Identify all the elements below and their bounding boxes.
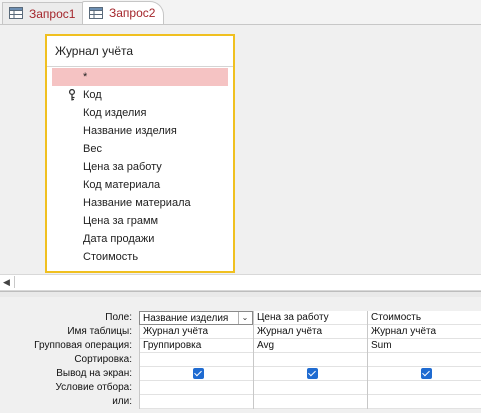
- query-icon: [89, 6, 104, 20]
- field-list-item[interactable]: *: [52, 68, 228, 86]
- or-cell[interactable]: [368, 395, 481, 409]
- field-name: Код материала: [83, 179, 161, 191]
- field-cell[interactable]: Стоимость: [368, 311, 481, 325]
- show-cell: [140, 367, 253, 381]
- field-name: Стоимость: [83, 251, 139, 263]
- chevron-down-icon[interactable]: ⌄: [238, 312, 251, 324]
- divider: [47, 66, 233, 67]
- field-list-item[interactable]: Код изделия: [52, 104, 228, 122]
- query-icon: [9, 7, 24, 20]
- tab-label: Запрос1: [29, 6, 76, 21]
- field-name: *: [83, 71, 88, 83]
- tab-query2[interactable]: Запрос2: [82, 1, 164, 24]
- show-cell: [254, 367, 367, 381]
- show-checkbox[interactable]: [421, 368, 432, 379]
- field-cell[interactable]: Название изделия ⌄: [139, 311, 253, 325]
- scroll-left-arrow-icon[interactable]: ◀: [3, 278, 10, 288]
- field-list-item[interactable]: Код материала: [52, 176, 228, 194]
- or-cell[interactable]: [140, 395, 253, 409]
- grid-column-3: Стоимость Журнал учёта Sum: [367, 311, 481, 409]
- total-cell[interactable]: Avg: [254, 339, 367, 353]
- field-value: Название изделия: [143, 313, 229, 324]
- criteria-cell[interactable]: [140, 381, 253, 395]
- tab-query1[interactable]: Запрос1: [2, 2, 88, 24]
- total-cell[interactable]: Sum: [368, 339, 481, 353]
- field-name: Цена за работу: [83, 161, 162, 173]
- field-name: Название изделия: [83, 125, 177, 137]
- or-cell[interactable]: [254, 395, 367, 409]
- primary-key-icon: [68, 89, 76, 101]
- document-tab-bar: Запрос1 Запрос2: [0, 0, 481, 25]
- horizontal-scrollbar[interactable]: ◀: [0, 274, 481, 291]
- grid-row-labels: Поле: Имя таблицы: Групповая операция: С…: [0, 311, 136, 409]
- sort-cell[interactable]: [254, 353, 367, 367]
- show-cell: [368, 367, 481, 381]
- sort-cell[interactable]: [140, 353, 253, 367]
- show-checkbox[interactable]: [306, 368, 318, 379]
- sort-cell[interactable]: [368, 353, 481, 367]
- field-list-item[interactable]: Стоимость: [52, 248, 228, 266]
- field-list-item[interactable]: Цена за грамм: [52, 212, 228, 230]
- total-cell[interactable]: Группировка: [140, 339, 253, 353]
- table-cell[interactable]: Журнал учёта: [140, 325, 253, 339]
- row-label-or: или:: [112, 396, 132, 407]
- row-label-table: Имя таблицы:: [67, 326, 132, 337]
- field-list-item[interactable]: Название материала: [52, 194, 228, 212]
- field-name: Цена за грамм: [83, 215, 159, 227]
- table-field-list[interactable]: Журнал учёта * Код Код изделия Название изд…: [45, 34, 235, 273]
- grid-column-2: Цена за работу Журнал учёта Avg: [253, 311, 367, 409]
- field-name: Дата продажи: [83, 233, 155, 245]
- field-name: Код изделия: [83, 107, 147, 119]
- field-cell[interactable]: Цена за работу: [254, 311, 367, 325]
- table-cell[interactable]: Журнал учёта: [368, 325, 481, 339]
- scrollbar-track[interactable]: [14, 276, 479, 288]
- field-name: Название материала: [83, 197, 191, 209]
- row-label-criteria: Условие отбора:: [55, 382, 132, 393]
- field-list-title[interactable]: Журнал учёта: [55, 44, 133, 58]
- row-label-total: Групповая операция:: [34, 340, 132, 351]
- criteria-cell[interactable]: [254, 381, 367, 395]
- criteria-cell[interactable]: [368, 381, 481, 395]
- row-label-field: Поле:: [105, 312, 132, 323]
- field-list-item[interactable]: Название изделия: [52, 122, 228, 140]
- field-list-items: * Код Код изделия Название изделия Вес Цена з…: [52, 68, 228, 266]
- query-design-grid: Поле: Имя таблицы: Групповая операция: С…: [0, 297, 481, 413]
- tab-label: Запрос2: [109, 6, 156, 20]
- field-name: Код: [83, 89, 102, 101]
- query-design-area[interactable]: Журнал учёта * Код Код изделия Название изд…: [0, 25, 481, 274]
- field-list-item[interactable]: Дата продажи: [52, 230, 228, 248]
- grid-column-1: Название изделия ⌄ Журнал учёта Группиро…: [139, 311, 253, 409]
- field-name: Вес: [83, 143, 102, 155]
- row-label-sort: Сортировка:: [74, 354, 132, 365]
- table-cell[interactable]: Журнал учёта: [254, 325, 367, 339]
- field-list-item[interactable]: Вес: [52, 140, 228, 158]
- row-label-show: Вывод на экран:: [56, 368, 132, 379]
- field-list-item[interactable]: Цена за работу: [52, 158, 228, 176]
- show-checkbox[interactable]: [192, 368, 204, 379]
- field-list-item[interactable]: Код: [52, 86, 228, 104]
